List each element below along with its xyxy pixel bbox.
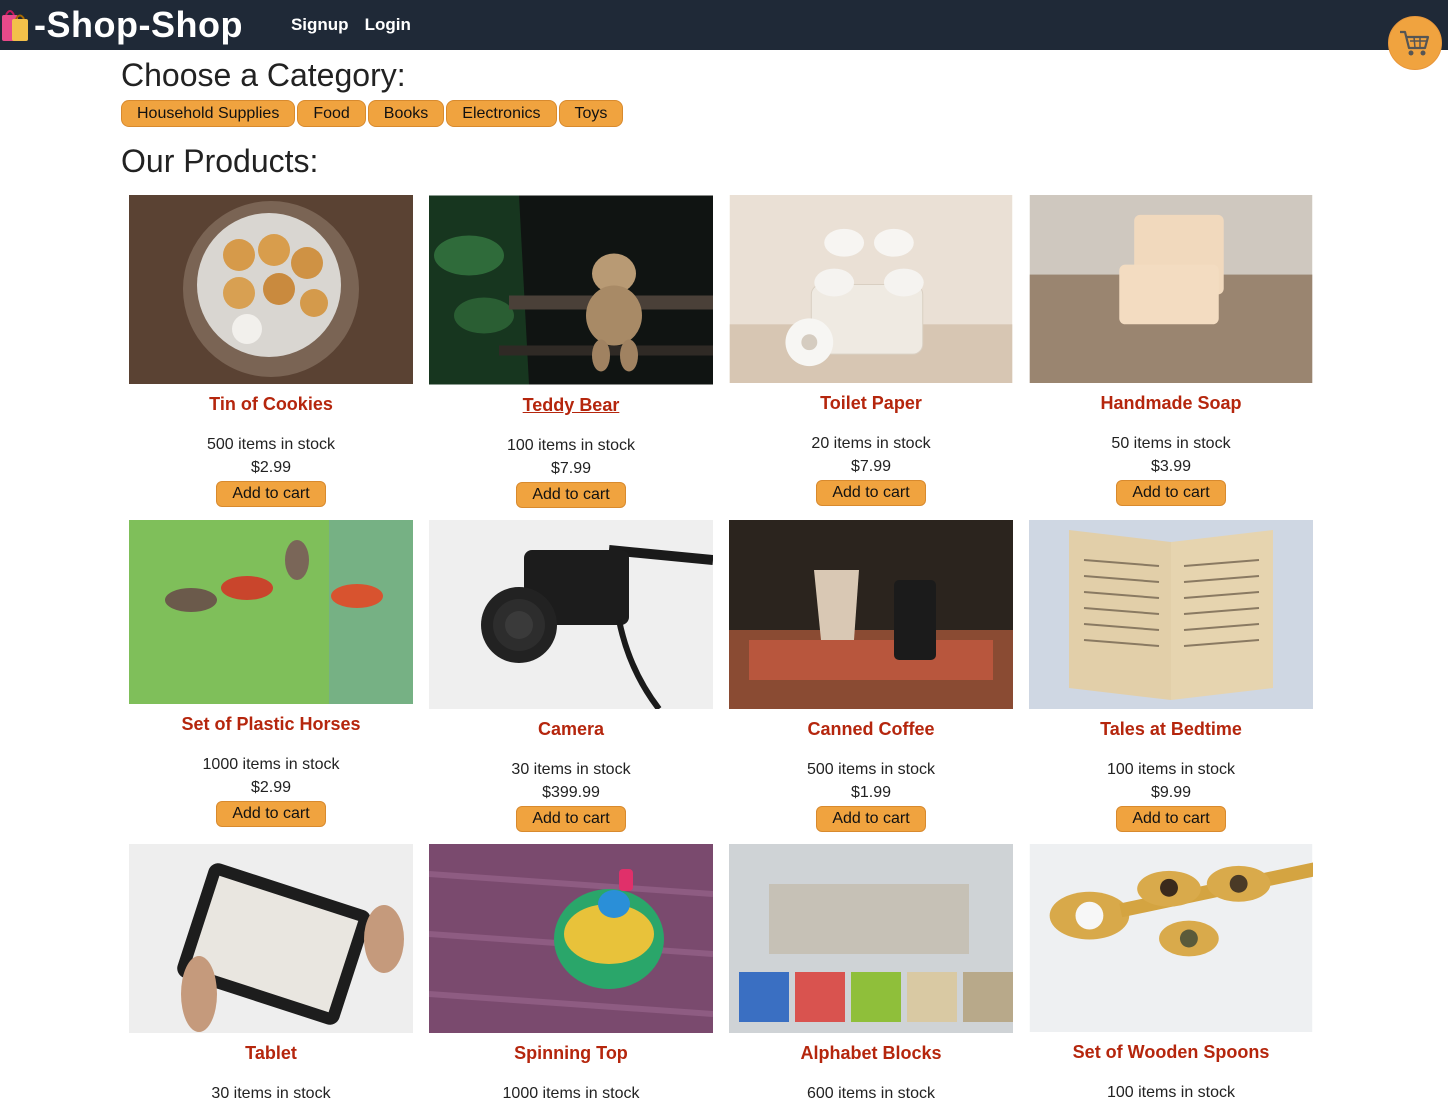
product-stock: 50 items in stock bbox=[1111, 435, 1231, 452]
product-image[interactable] bbox=[429, 520, 713, 709]
product-card: Tales at Bedtime 100 items in stock $9.9… bbox=[1021, 520, 1321, 832]
add-to-cart-button[interactable]: Add to cart bbox=[816, 806, 926, 832]
product-price: $7.99 bbox=[550, 460, 592, 477]
product-image[interactable] bbox=[1029, 844, 1313, 1032]
product-image[interactable] bbox=[1029, 520, 1313, 709]
product-name[interactable]: Camera bbox=[538, 719, 604, 743]
product-name[interactable]: Canned Coffee bbox=[807, 719, 934, 743]
product-name[interactable]: Toilet Paper bbox=[820, 393, 922, 417]
product-stock: 30 items in stock bbox=[511, 761, 631, 778]
product-stock: 100 items in stock bbox=[1106, 761, 1236, 778]
product-price: $9.99 bbox=[1150, 784, 1192, 801]
product-name[interactable]: Tablet bbox=[245, 1043, 297, 1067]
product-image[interactable] bbox=[429, 195, 713, 385]
product-name[interactable]: Tin of Cookies bbox=[209, 394, 333, 418]
product-image[interactable] bbox=[129, 520, 413, 704]
product-card: Canned Coffee 500 items in stock $1.99 A… bbox=[721, 520, 1021, 832]
add-to-cart-button[interactable]: Add to cart bbox=[216, 481, 326, 507]
product-stock: 30 items in stock bbox=[211, 1085, 331, 1102]
category-food[interactable]: Food bbox=[297, 100, 366, 127]
product-image[interactable] bbox=[1029, 195, 1313, 383]
product-card: Camera 30 items in stock $399.99 Add to … bbox=[421, 520, 721, 832]
product-card: Handmade Soap 50 items in stock $3.99 Ad… bbox=[1021, 195, 1321, 508]
product-stock: 1000 items in stock bbox=[502, 1085, 640, 1102]
navbar: -Shop-Shop Signup Login bbox=[0, 0, 1448, 50]
product-card: Spinning Top 1000 items in stock bbox=[421, 844, 721, 1108]
brand[interactable]: -Shop-Shop bbox=[0, 5, 243, 45]
product-image[interactable] bbox=[729, 844, 1013, 1033]
category-books[interactable]: Books bbox=[367, 100, 445, 127]
add-to-cart-button[interactable]: Add to cart bbox=[1116, 806, 1226, 832]
add-to-cart-button[interactable]: Add to cart bbox=[516, 806, 626, 832]
product-price: $7.99 bbox=[850, 458, 892, 475]
product-image[interactable] bbox=[729, 520, 1013, 709]
category-list: Household Supplies Food Books Electronic… bbox=[121, 100, 625, 127]
product-card: Alphabet Blocks 600 items in stock bbox=[721, 844, 1021, 1108]
product-stock: 1000 items in stock bbox=[202, 756, 340, 773]
product-stock: 20 items in stock bbox=[811, 435, 931, 452]
product-card: Set of Wooden Spoons 100 items in stock bbox=[1021, 844, 1321, 1108]
product-image[interactable] bbox=[729, 195, 1013, 383]
product-name[interactable]: Teddy Bear bbox=[523, 395, 620, 419]
category-heading: Choose a Category: bbox=[121, 57, 406, 93]
add-to-cart-button[interactable]: Add to cart bbox=[1116, 480, 1226, 506]
category-household-supplies[interactable]: Household Supplies bbox=[121, 100, 296, 127]
product-stock: 100 items in stock bbox=[1106, 1084, 1236, 1101]
product-stock: 500 items in stock bbox=[806, 761, 936, 778]
shopping-bags-icon bbox=[2, 10, 28, 41]
product-card: Teddy Bear 100 items in stock $7.99 Add … bbox=[421, 195, 721, 508]
product-price: $399.99 bbox=[542, 784, 600, 801]
product-name[interactable]: Handmade Soap bbox=[1100, 393, 1241, 417]
product-name[interactable]: Tales at Bedtime bbox=[1100, 719, 1242, 743]
category-toys[interactable]: Toys bbox=[558, 100, 624, 127]
product-card: Toilet Paper 20 items in stock $7.99 Add… bbox=[721, 195, 1021, 508]
product-price: $3.99 bbox=[1150, 458, 1192, 475]
signup-link[interactable]: Signup bbox=[291, 15, 349, 35]
shopping-cart-icon bbox=[1400, 30, 1430, 56]
login-link[interactable]: Login bbox=[365, 15, 411, 35]
nav-links: Signup Login bbox=[291, 15, 427, 35]
product-image[interactable] bbox=[429, 844, 713, 1033]
product-name[interactable]: Set of Wooden Spoons bbox=[1073, 1042, 1270, 1066]
product-image[interactable] bbox=[129, 195, 413, 384]
product-name[interactable]: Alphabet Blocks bbox=[800, 1043, 941, 1067]
product-image[interactable] bbox=[129, 844, 413, 1033]
add-to-cart-button[interactable]: Add to cart bbox=[516, 482, 626, 508]
product-grid: Tin of Cookies 500 items in stock $2.99 … bbox=[121, 195, 1321, 1108]
product-price: $1.99 bbox=[850, 784, 892, 801]
product-stock: 500 items in stock bbox=[206, 436, 336, 453]
product-stock: 100 items in stock bbox=[506, 437, 636, 454]
product-card: Tin of Cookies 500 items in stock $2.99 … bbox=[121, 195, 421, 508]
product-price: $2.99 bbox=[250, 459, 292, 476]
category-electronics[interactable]: Electronics bbox=[446, 100, 557, 127]
add-to-cart-button[interactable]: Add to cart bbox=[816, 480, 926, 506]
cart-button[interactable] bbox=[1388, 16, 1442, 70]
product-card: Tablet 30 items in stock bbox=[121, 844, 421, 1108]
product-card: Set of Plastic Horses 1000 items in stoc… bbox=[121, 520, 421, 832]
brand-title: -Shop-Shop bbox=[34, 4, 243, 45]
product-name[interactable]: Set of Plastic Horses bbox=[181, 714, 360, 738]
product-name[interactable]: Spinning Top bbox=[514, 1043, 628, 1067]
products-heading: Our Products: bbox=[121, 143, 319, 179]
product-stock: 600 items in stock bbox=[806, 1085, 936, 1102]
add-to-cart-button[interactable]: Add to cart bbox=[216, 801, 326, 827]
product-price: $2.99 bbox=[250, 779, 292, 796]
